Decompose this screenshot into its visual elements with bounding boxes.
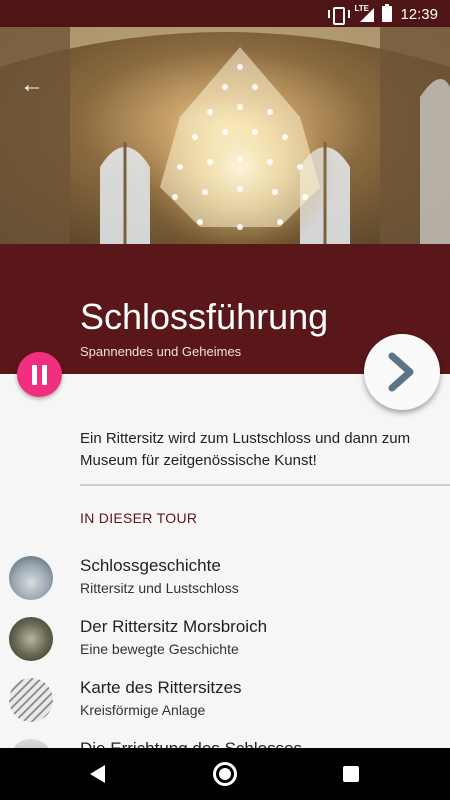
nav-recents-icon[interactable]	[343, 766, 359, 782]
list-item[interactable]: Schlossgeschichte Rittersitz und Lustsch…	[0, 556, 450, 616]
hero-image: ←	[0, 27, 450, 244]
list-item-title: Karte des Rittersitzes	[80, 678, 242, 697]
pause-button[interactable]	[17, 352, 62, 397]
list-item[interactable]: Der Rittersitz Morsbroich Eine bewegte G…	[0, 617, 450, 677]
nav-home-icon[interactable]	[213, 762, 237, 786]
battery-icon	[382, 4, 393, 22]
nav-back-icon[interactable]	[90, 765, 105, 783]
arrow-back-icon: ←	[20, 71, 44, 98]
page-title: Schlossführung	[80, 296, 329, 337]
status-bar: LTE 12:39	[0, 0, 450, 27]
thumbnail-image	[9, 617, 53, 661]
vibrate-icon	[328, 6, 351, 25]
page-subtitle: Spannendes und Geheimes	[80, 344, 242, 359]
list-item-title: Der Rittersitz Morsbroich	[80, 617, 268, 636]
signal-icon: LTE	[354, 4, 375, 22]
list-item-title: Schlossgeschichte	[80, 556, 221, 575]
section-title: IN DIESER TOUR	[80, 510, 198, 526]
divider	[80, 484, 450, 486]
status-time: 12:39	[400, 5, 438, 23]
chevron-right-icon	[388, 352, 414, 392]
list-item[interactable]: Karte des Rittersitzes Kreisförmige Anla…	[0, 678, 450, 738]
list-item-subtitle: Rittersitz und Lustschloss	[80, 580, 239, 596]
network-label: LTE	[354, 4, 369, 13]
tour-description: Ein Rittersitz wird zum Lustschloss und …	[80, 430, 411, 469]
chandelier-illustration	[0, 27, 450, 244]
system-nav-bar	[0, 748, 450, 800]
list-item-subtitle: Eine bewegte Geschichte	[80, 641, 239, 657]
status-icons: LTE 12:39	[328, 4, 438, 25]
thumbnail-image	[9, 556, 53, 600]
thumbnail-image	[9, 678, 53, 722]
next-button[interactable]	[364, 334, 440, 410]
list-item-subtitle: Kreisförmige Anlage	[80, 702, 206, 718]
back-button[interactable]: ←	[18, 71, 46, 99]
